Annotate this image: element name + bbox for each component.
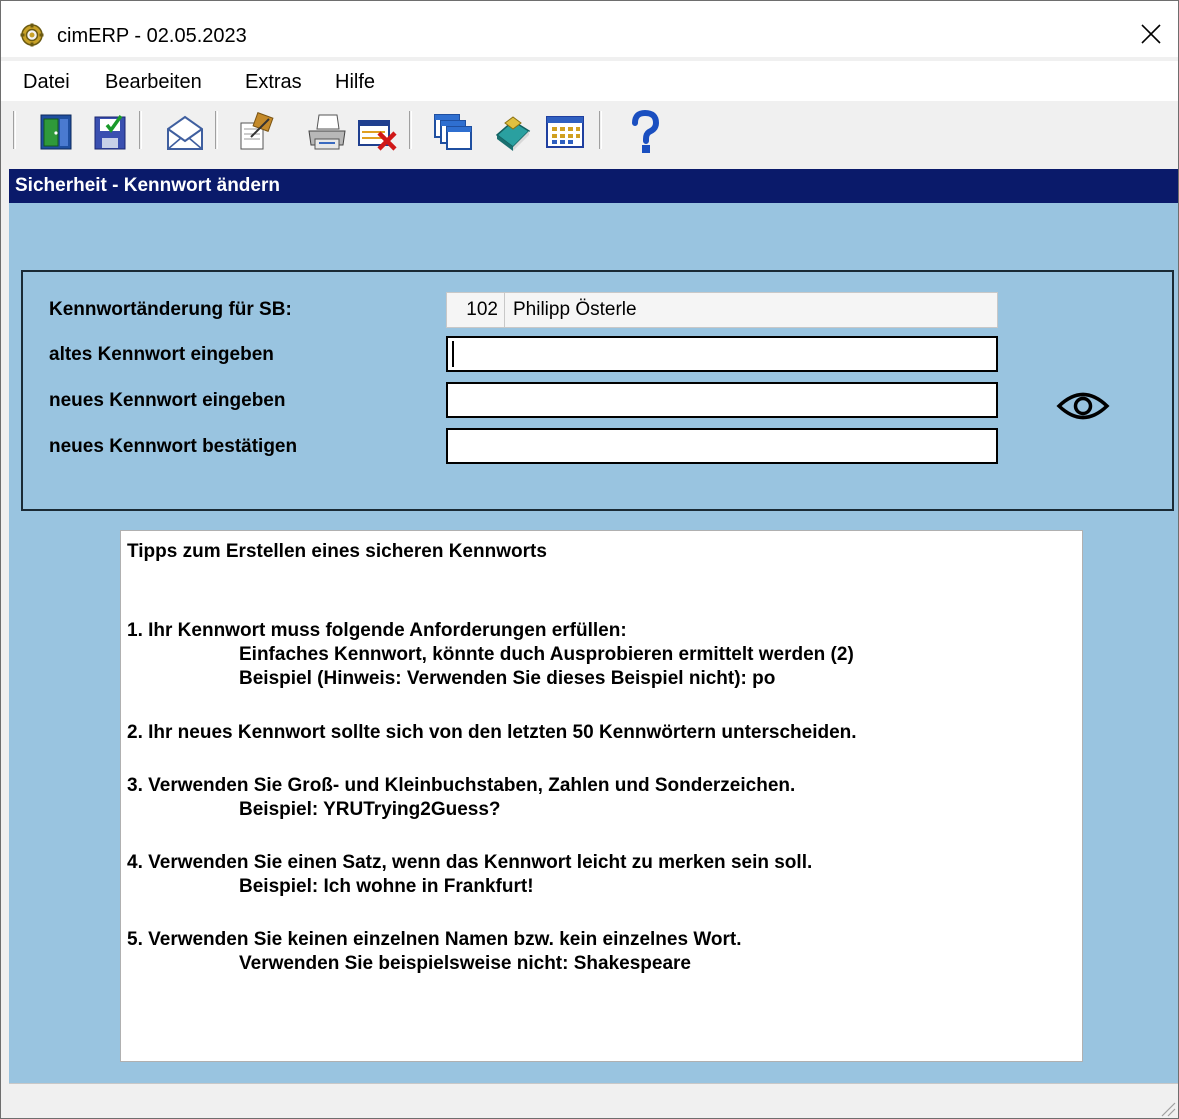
notepad-icon: [240, 112, 274, 150]
tip-line: Beispiel (Hinweis: Verwenden Sie dieses …: [239, 668, 776, 689]
sb-name: Philipp Österle: [513, 299, 637, 320]
tip-line: 4. Verwenden Sie einen Satz, wenn das Ke…: [127, 852, 813, 873]
exit-button[interactable]: [35, 109, 79, 155]
content-area: Kennwortänderung für SB: 102 Philipp Öst…: [9, 203, 1178, 1083]
calendar-grid-icon: [546, 116, 584, 148]
sb-number: 102: [447, 293, 505, 327]
book-icon: [495, 116, 531, 151]
tip-line: 3. Verwenden Sie Groß- und Kleinbuchstab…: [127, 775, 796, 796]
tip-line: 5. Verwenden Sie keinen einzelnen Namen …: [127, 929, 742, 950]
save-disk-icon: [94, 114, 126, 150]
toolbar-separator: [139, 111, 142, 149]
new-password-label: neues Kennwort eingeben: [49, 390, 286, 411]
sb-display-field: 102 Philipp Österle: [446, 292, 998, 328]
tips-heading: Tipps zum Erstellen eines sicheren Kennw…: [127, 541, 547, 562]
print-button[interactable]: [305, 109, 349, 155]
table-button[interactable]: [543, 109, 587, 155]
tip-line: Beispiel: Ich wohne in Frankfurt!: [239, 876, 534, 897]
menu-datei[interactable]: Datei: [23, 69, 70, 95]
menu-bar: Datei Bearbeiten Extras Hilfe: [1, 61, 1178, 101]
help-button[interactable]: [623, 109, 667, 155]
title-bar[interactable]: cimERP - 02.05.2023: [1, 1, 1178, 57]
panel-title: Sicherheit - Kennwort ändern: [15, 175, 280, 196]
old-password-label: altes Kennwort eingeben: [49, 344, 274, 365]
close-button[interactable]: [1125, 11, 1177, 57]
app-window: cimERP - 02.05.2023 Datei Bearbeiten Ext…: [0, 0, 1179, 1119]
text-caret: [452, 341, 454, 367]
toolbar-separator: [215, 111, 218, 149]
status-bar: [9, 1083, 1178, 1118]
menu-bearbeiten[interactable]: Bearbeiten: [105, 69, 202, 95]
panel-header: Sicherheit - Kennwort ändern: [9, 169, 1178, 203]
tips-box: Tipps zum Erstellen eines sicheren Kennw…: [120, 530, 1083, 1062]
mail-button[interactable]: [163, 109, 207, 155]
resize-grip-icon[interactable]: [1156, 1097, 1176, 1117]
confirm-password-input[interactable]: [446, 428, 998, 464]
save-button[interactable]: [89, 109, 133, 155]
printer-icon: [308, 114, 346, 150]
tip-line: Einfaches Kennwort, könnte duch Ausprobi…: [239, 644, 854, 665]
delete-button[interactable]: [355, 109, 399, 155]
windows-icon: [434, 114, 472, 150]
new-password-input[interactable]: [446, 382, 998, 418]
exit-door-icon: [40, 114, 72, 150]
tip-line: Beispiel: YRUTrying2Guess?: [239, 799, 501, 820]
window-left-edge: [1, 101, 9, 1118]
tip-line: 2. Ihr neues Kennwort sollte sich von de…: [127, 722, 857, 743]
close-icon: [1141, 24, 1161, 44]
tip-line: 1. Ihr Kennwort muss folgende Anforderun…: [127, 620, 627, 641]
toolbar: [9, 101, 1178, 165]
book-button[interactable]: [491, 109, 535, 155]
windows-button[interactable]: [431, 109, 475, 155]
toolbar-grip: [13, 111, 16, 149]
notes-button[interactable]: [235, 109, 279, 155]
mail-envelope-icon: [167, 115, 203, 150]
menu-hilfe[interactable]: Hilfe: [335, 69, 375, 95]
menu-extras[interactable]: Extras: [245, 69, 302, 95]
confirm-password-label: neues Kennwort bestätigen: [49, 436, 298, 457]
old-password-input[interactable]: [446, 336, 998, 372]
tip-line: Verwenden Sie beispielsweise nicht: Shak…: [239, 953, 691, 974]
toolbar-separator: [599, 111, 602, 149]
gear-app-icon: [20, 23, 44, 47]
window-title: cimERP - 02.05.2023: [57, 25, 247, 47]
show-password-button[interactable]: [1055, 389, 1111, 423]
eye-icon: [1056, 392, 1110, 420]
toolbar-separator: [409, 111, 412, 149]
sb-label: Kennwortänderung für SB:: [49, 299, 292, 320]
help-icon: [632, 109, 660, 153]
delete-record-icon: [358, 120, 397, 151]
